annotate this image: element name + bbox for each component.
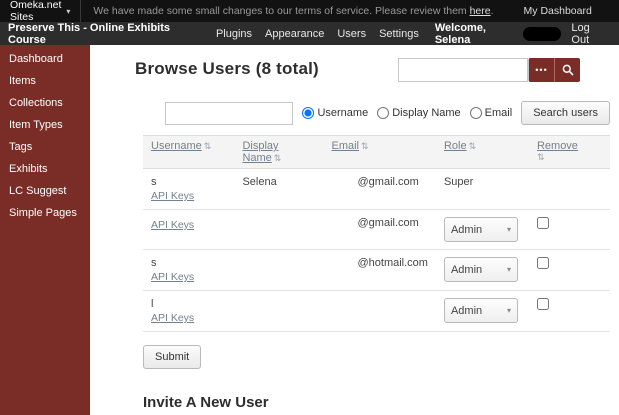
sidebar-item-exhibits[interactable]: Exhibits bbox=[0, 158, 90, 180]
chevron-down-icon: ▾ bbox=[506, 265, 511, 274]
sidebar-item-simple-pages[interactable]: Simple Pages bbox=[0, 202, 90, 224]
sort-email[interactable]: Email bbox=[332, 140, 360, 152]
role-select[interactable]: Admin ▾ bbox=[443, 257, 518, 282]
sidebar: Dashboard Items Collections Item Types T… bbox=[0, 45, 90, 415]
terms-notice: We have made some small changes to our t… bbox=[93, 5, 493, 17]
radio-display-name[interactable]: Display Name bbox=[377, 107, 461, 119]
radio-display-name-label: Display Name bbox=[392, 107, 461, 119]
sidebar-item-items[interactable]: Items bbox=[0, 70, 90, 92]
sort-icon: ⇅ bbox=[203, 141, 212, 151]
remove-checkbox[interactable] bbox=[536, 257, 549, 269]
site-title: Preserve This - Online Exhibits Course bbox=[8, 21, 170, 46]
submit-button[interactable]: Submit bbox=[143, 345, 202, 369]
terms-notice-period: . bbox=[490, 5, 494, 17]
role-value: Super bbox=[435, 168, 529, 210]
display-name-value bbox=[234, 290, 324, 332]
role-select-value: Admin bbox=[450, 304, 483, 317]
sort-icon: ⇅ bbox=[273, 153, 282, 163]
redaction-blob bbox=[522, 26, 562, 41]
radio-username[interactable]: Username bbox=[302, 107, 368, 119]
sites-menu-label: Omeka.net Sites bbox=[10, 0, 62, 23]
display-name-value bbox=[234, 249, 324, 291]
logout-link[interactable]: Log Out bbox=[571, 22, 609, 46]
sort-username[interactable]: Username bbox=[151, 140, 202, 152]
email-value: @hotmail.com bbox=[357, 257, 428, 269]
nav-users[interactable]: Users bbox=[337, 28, 366, 40]
role-select-value: Admin bbox=[450, 223, 483, 236]
page-layout: Dashboard Items Collections Item Types T… bbox=[0, 45, 619, 415]
email-value: @gmail.com bbox=[357, 176, 419, 188]
radio-username-label: Username bbox=[317, 107, 369, 119]
api-keys-link[interactable]: API Keys bbox=[151, 219, 194, 231]
table-row: API Keys @gmail.com Admin ▾ bbox=[143, 209, 610, 250]
search-button[interactable] bbox=[554, 58, 580, 82]
username-value: s bbox=[151, 176, 157, 188]
top-bar: Omeka.net Sites ▾ We have made some smal… bbox=[0, 0, 619, 23]
email-value: @gmail.com bbox=[357, 217, 419, 229]
username-value: l bbox=[151, 298, 154, 310]
remove-cell-empty bbox=[528, 168, 610, 210]
sidebar-item-tags[interactable]: Tags bbox=[0, 136, 90, 158]
radio-display-name-input[interactable] bbox=[377, 107, 390, 119]
admin-bar: Preserve This - Online Exhibits Course P… bbox=[0, 21, 619, 46]
sort-role[interactable]: Role bbox=[444, 140, 467, 152]
quick-search: ••• bbox=[398, 58, 580, 82]
nav-settings[interactable]: Settings bbox=[379, 28, 419, 40]
sort-remove[interactable]: Remove bbox=[537, 140, 578, 152]
table-header-row: Username ⇅ Display Name ⇅ Email ⇅ Role ⇅ Rem… bbox=[143, 135, 610, 169]
quick-search-input[interactable] bbox=[398, 58, 528, 82]
users-panel: Username Display Name Email Search users… bbox=[143, 101, 610, 415]
username-value: s bbox=[151, 257, 157, 269]
terms-here-link[interactable]: here bbox=[470, 5, 491, 17]
sites-menu-button[interactable]: Omeka.net Sites ▾ bbox=[0, 0, 82, 23]
radio-email-label: Email bbox=[484, 107, 513, 119]
radio-email-input[interactable] bbox=[469, 107, 482, 119]
sort-icon: ⇅ bbox=[361, 141, 369, 151]
main-content: Browse Users (8 total) ••• Username Disp… bbox=[90, 45, 619, 415]
search-users-button[interactable]: Search users bbox=[521, 101, 610, 125]
remove-checkbox[interactable] bbox=[536, 298, 549, 310]
radio-username-input[interactable] bbox=[302, 107, 315, 119]
sidebar-item-collections[interactable]: Collections bbox=[0, 92, 90, 114]
ellipsis-icon: ••• bbox=[535, 65, 548, 75]
display-name-value bbox=[234, 209, 324, 250]
search-icon bbox=[562, 64, 574, 76]
api-keys-link[interactable]: API Keys bbox=[151, 271, 194, 283]
users-table: Username ⇅ Display Name ⇅ Email ⇅ Role ⇅ Rem… bbox=[143, 135, 610, 332]
chevron-down-icon: ▾ bbox=[506, 225, 511, 234]
sidebar-item-item-types[interactable]: Item Types bbox=[0, 114, 90, 136]
user-search-input[interactable] bbox=[165, 101, 294, 125]
remove-checkbox[interactable] bbox=[536, 217, 549, 229]
advanced-search-button[interactable]: ••• bbox=[528, 58, 554, 82]
role-select[interactable]: Admin ▾ bbox=[443, 217, 518, 242]
invite-heading: Invite A New User bbox=[143, 394, 269, 411]
table-row: l API Keys Admin ▾ bbox=[143, 290, 610, 332]
nav-plugins[interactable]: Plugins bbox=[216, 28, 252, 40]
table-row: s API Keys @hotmail.com Admin ▾ bbox=[143, 249, 610, 291]
sort-icon: ⇅ bbox=[536, 152, 545, 162]
terms-notice-text: We have made some small changes to our t… bbox=[93, 5, 470, 17]
role-select[interactable]: Admin ▾ bbox=[443, 298, 518, 323]
sort-icon: ⇅ bbox=[468, 141, 477, 151]
radio-email[interactable]: Email bbox=[469, 107, 513, 119]
table-row: s API Keys Selena @gmail.com Super bbox=[143, 168, 610, 210]
api-keys-link[interactable]: API Keys bbox=[151, 312, 194, 324]
api-keys-link[interactable]: API Keys bbox=[151, 190, 194, 202]
sidebar-item-dashboard[interactable]: Dashboard bbox=[0, 48, 90, 70]
nav-appearance[interactable]: Appearance bbox=[265, 28, 324, 40]
display-name-value: Selena bbox=[234, 168, 324, 210]
chevron-down-icon: ▾ bbox=[506, 306, 511, 315]
welcome-label: Welcome, Selena bbox=[434, 21, 486, 46]
my-dashboard-link[interactable]: My Dashboard bbox=[524, 5, 592, 17]
user-search-form: Username Display Name Email Search users bbox=[143, 101, 610, 125]
sidebar-item-lc-suggest[interactable]: LC Suggest bbox=[0, 180, 90, 202]
role-select-value: Admin bbox=[450, 263, 483, 276]
chevron-down-icon: ▾ bbox=[66, 6, 71, 16]
